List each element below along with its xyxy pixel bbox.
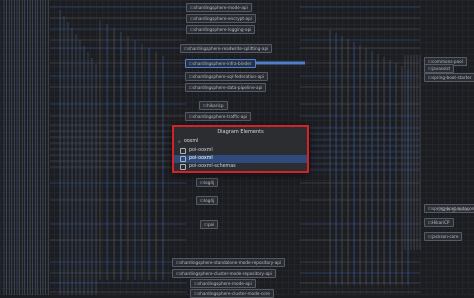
diagram-node[interactable]: ⊡log4j	[196, 178, 219, 187]
diagram-node[interactable]: ⊡log4j	[196, 196, 219, 205]
module-icon	[180, 164, 186, 170]
watermark: CSDN @Alinek	[437, 208, 470, 213]
search-input[interactable]: ooxml	[184, 139, 199, 144]
diagram-node[interactable]: ⊡shardingsphere-encrypt-api	[186, 14, 256, 23]
diagram-node[interactable]: ⊡shardingsphere-standalone-mode-reposito…	[172, 258, 286, 267]
diagram-node[interactable]: ⊡shardingsphere-cluster-mode-core	[190, 289, 274, 298]
diagram-node[interactable]: ⊡shardingsphere-mode-api	[190, 279, 256, 288]
diagram-node[interactable]: ⊡shardingsphere-mode-api	[186, 3, 252, 12]
diagram-node[interactable]: ⊡poi	[200, 220, 219, 229]
diagram-node[interactable]: ⊡HikariCP	[424, 218, 454, 227]
diagram-node[interactable]: ⊡shardingsphere-cluster-mode-repository-…	[172, 269, 276, 278]
results-list: poi-ooxml poi-ooxml poi-ooxml-schemas	[174, 147, 307, 171]
diagram-node[interactable]: ⊡hikaricp	[199, 101, 228, 110]
result-item[interactable]: poi-ooxml	[174, 147, 307, 155]
diagram-node-selected[interactable]: ⊡shardingsphere-infra-binder	[185, 59, 256, 68]
diagram-node[interactable]: ⊡shardingsphere-sql-federation-api	[185, 72, 268, 81]
module-icon	[180, 148, 186, 154]
popup-title: Diagram Elements	[217, 129, 264, 135]
result-item-selected[interactable]: poi-ooxml	[174, 155, 307, 163]
diagram-node[interactable]: ⊡shardingsphere-readwrite-splitting-api	[180, 44, 273, 53]
diagram-node[interactable]: ⊡javassist	[424, 64, 455, 73]
diagram-node[interactable]: ⊡shardingsphere-logging-api	[186, 25, 256, 34]
result-item[interactable]: poi-ooxml-schemas	[174, 163, 307, 171]
module-icon	[180, 156, 186, 162]
search-icon: ⌕	[178, 138, 181, 145]
diagram-node[interactable]: ⊡jackson-core	[424, 232, 463, 241]
search-field[interactable]: ⌕ ooxml	[178, 137, 303, 146]
diagram-elements-popup[interactable]: Diagram Elements ⌕ ooxml poi-ooxml poi-o…	[172, 125, 309, 173]
diagram-node[interactable]: ⊡shardingsphere-data-pipeline-api	[185, 83, 267, 92]
diagram-node[interactable]: ⊡spring-boot-starter	[424, 73, 474, 82]
diagram-node[interactable]: ⊡shardingsphere-traffic-api	[185, 112, 252, 121]
